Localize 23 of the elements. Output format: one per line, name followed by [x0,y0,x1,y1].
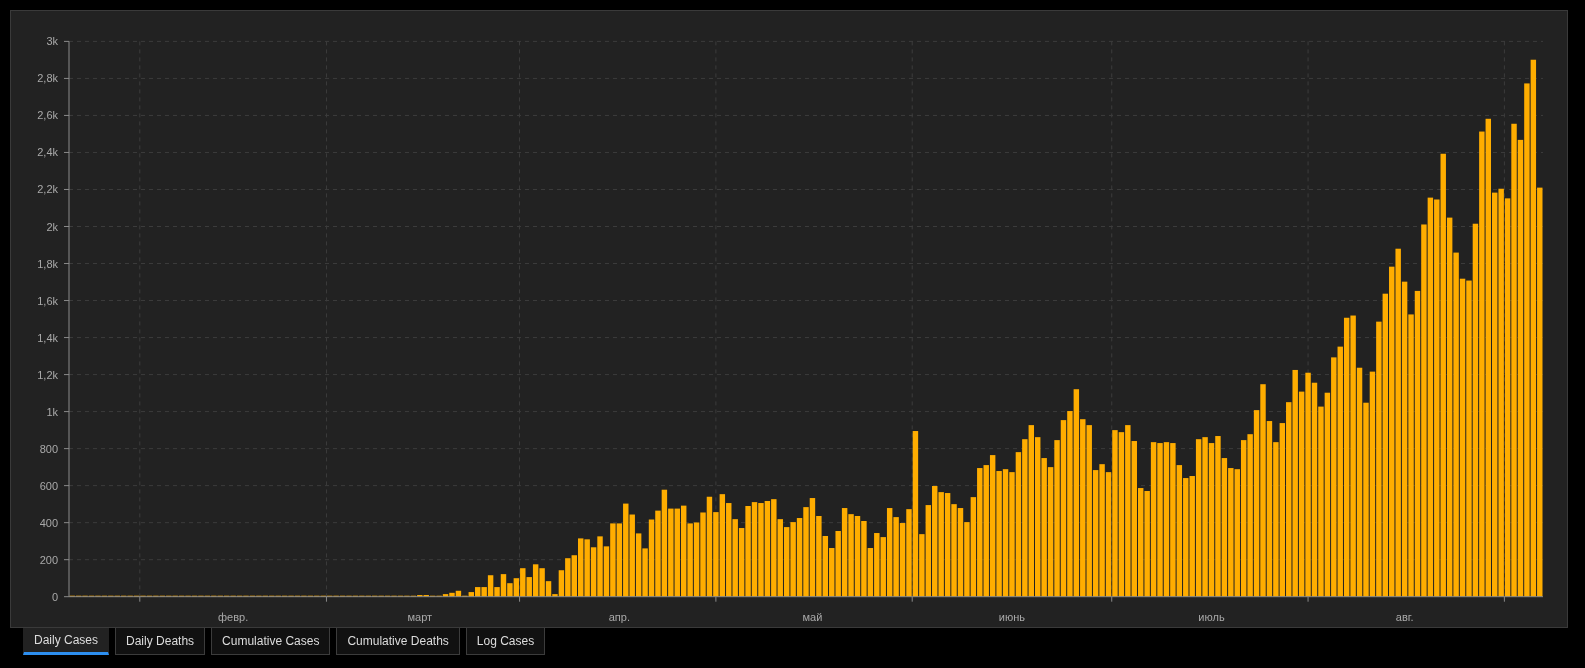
x-axis-label: март [407,610,433,623]
x-axis-label: июнь [998,610,1026,623]
x-axis-label: авг. [1395,610,1414,623]
x-axis-label: февр. [218,610,249,623]
y-axis-label: 2,4k [37,146,58,159]
y-axis-label: 3k [46,35,58,48]
y-axis-label: 0 [51,590,58,603]
y-axis-label: 1,6k [37,294,58,307]
x-axis-label: май [802,610,823,623]
y-axis-label: 1k [46,405,58,418]
y-axis-label: 2,2k [37,183,58,196]
y-axis-label: 1,4k [37,331,58,344]
y-axis-label: 1,8k [37,257,58,270]
y-axis-label: 800 [39,442,58,455]
x-axis-label: июль [1198,610,1225,623]
y-axis-label: 2,6k [37,109,58,122]
x-axis-label: апр. [608,610,630,623]
y-axis-label: 2,8k [37,72,58,85]
y-axis-label: 1,2k [37,368,58,381]
y-axis-label: 200 [39,553,58,566]
y-axis-label: 400 [39,516,58,529]
y-axis-label: 600 [39,479,58,492]
y-axis-label: 2k [46,220,58,233]
